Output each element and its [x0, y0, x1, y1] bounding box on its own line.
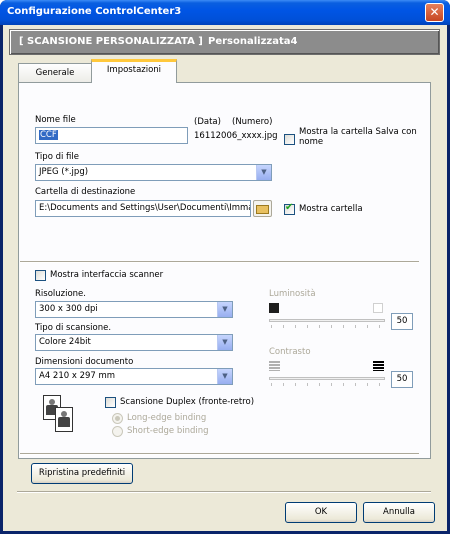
chevron-down-icon[interactable]: ▼ — [217, 302, 232, 317]
footer-divider — [17, 491, 431, 493]
tab-impostazioni[interactable]: Impostazioni — [91, 59, 177, 83]
profile-name: Personalizzata4 — [208, 36, 298, 47]
light-brightness-icon — [373, 303, 383, 313]
long-edge-radio[interactable] — [112, 413, 123, 424]
document-size-label: Dimensioni documento — [35, 357, 134, 367]
cancel-button[interactable]: Annulla — [363, 502, 435, 523]
show-save-as-folder-label: Mostra la cartella Salva con nome — [299, 127, 417, 147]
contrast-ticks — [271, 383, 385, 386]
short-edge-radio[interactable] — [112, 426, 123, 437]
show-folder-label: Mostra cartella — [299, 204, 363, 214]
scan-type-select[interactable]: Colore 24bit ▼ — [35, 334, 233, 351]
resolution-value: 300 x 300 dpi — [39, 304, 98, 314]
brightness-label: Luminosità — [269, 289, 316, 299]
file-name-value: CCF — [39, 130, 58, 140]
close-button[interactable]: ✕ — [425, 3, 444, 22]
window-title: Configurazione ControlCenter3 — [7, 6, 182, 17]
panel-bottom-divider — [20, 453, 419, 455]
document-size-select[interactable]: A4 210 x 297 mm ▼ — [35, 368, 233, 385]
destination-folder-input[interactable]: E:\Documents and Settings\User\Documenti… — [35, 200, 251, 217]
high-contrast-icon — [373, 361, 384, 371]
contrast-value[interactable]: 50 — [391, 371, 413, 388]
config-window: Configurazione ControlCenter3 ✕ [ SCANSI… — [0, 0, 450, 534]
scan-type-value: Colore 24bit — [39, 337, 91, 347]
scan-mode-title: [ SCANSIONE PERSONALIZZATA ] — [19, 36, 203, 47]
show-save-as-folder-checkbox[interactable] — [284, 134, 295, 145]
file-type-label: Tipo di file — [35, 152, 79, 162]
low-contrast-icon — [269, 361, 280, 371]
destination-folder-label: Cartella di destinazione — [35, 187, 136, 197]
duplex-scan-label: Scansione Duplex (fronte-retro) — [120, 397, 255, 407]
show-folder-checkbox[interactable] — [284, 202, 295, 215]
chevron-down-icon[interactable]: ▼ — [217, 335, 232, 350]
file-name-label: Nome file — [35, 115, 76, 125]
document-back-icon — [55, 407, 73, 432]
contrast-slider[interactable] — [269, 377, 385, 380]
section-divider — [20, 261, 419, 263]
browse-folder-button[interactable] — [253, 200, 272, 217]
tab-generale[interactable]: Generale — [18, 63, 92, 83]
duplex-scan-checkbox[interactable] — [105, 397, 116, 408]
chevron-down-icon[interactable]: ▼ — [217, 369, 232, 384]
long-edge-label: Long-edge binding — [127, 413, 207, 423]
contrast-label: Contrasto — [269, 347, 311, 357]
dark-brightness-icon — [269, 303, 279, 313]
restore-defaults-button[interactable]: Ripristina predefiniti — [31, 463, 133, 484]
show-scanner-interface-label: Mostra interfaccia scanner — [50, 270, 164, 280]
scan-mode-header: [ SCANSIONE PERSONALIZZATA ] Personalizz… — [9, 29, 440, 55]
file-type-value: JPEG (*.jpg) — [39, 167, 89, 177]
resolution-label: Risoluzione. — [35, 289, 86, 299]
brightness-slider[interactable] — [269, 319, 385, 322]
settings-panel: Nome file (Data) (Numero) CCF 16112006_x… — [18, 82, 431, 459]
dialog-body: [ SCANSIONE PERSONALIZZATA ] Personalizz… — [3, 25, 447, 531]
ok-button[interactable]: OK — [285, 502, 357, 523]
show-scanner-interface-checkbox[interactable] — [35, 270, 46, 281]
document-size-value: A4 210 x 297 mm — [39, 371, 116, 381]
short-edge-label: Short-edge binding — [127, 426, 209, 436]
chevron-down-icon[interactable]: ▼ — [256, 165, 271, 180]
file-name-input[interactable]: CCF — [35, 127, 188, 144]
date-label: (Data) — [194, 117, 221, 127]
number-label: (Numero) — [232, 117, 273, 127]
file-type-select[interactable]: JPEG (*.jpg) ▼ — [35, 164, 272, 181]
brightness-ticks — [271, 325, 385, 328]
title-bar[interactable]: Configurazione ControlCenter3 ✕ — [0, 0, 450, 25]
generated-file-name: 16112006_xxxx.jpg — [194, 131, 278, 141]
resolution-select[interactable]: 300 x 300 dpi ▼ — [35, 301, 233, 318]
folder-icon — [256, 205, 269, 214]
duplex-document-icon — [43, 395, 75, 436]
scan-type-label: Tipo di scansione. — [35, 323, 112, 333]
brightness-value[interactable]: 50 — [391, 313, 413, 330]
